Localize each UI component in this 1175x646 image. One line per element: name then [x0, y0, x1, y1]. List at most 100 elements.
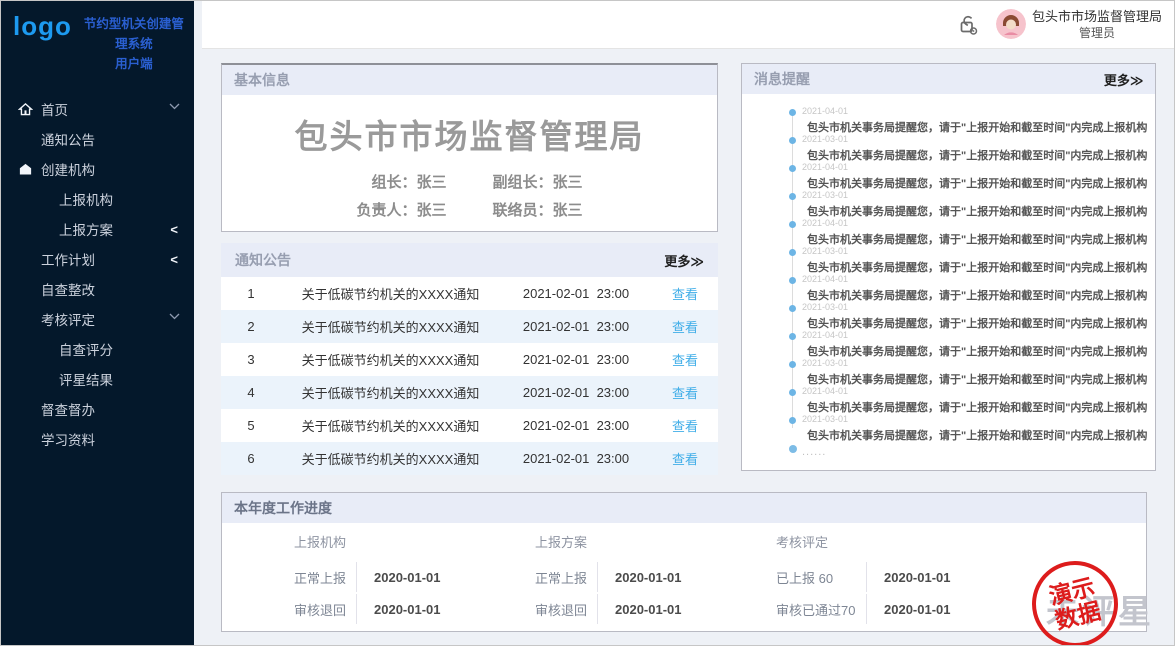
sidebar-logo-area: logo 节约型机关创建管理系统 用户端: [1, 1, 194, 86]
notice-view-link[interactable]: 查看: [652, 317, 718, 336]
progress-col-report-org: 上报机构 正常上报 2020-01-01 审核退回 2020-01-01: [294, 532, 535, 626]
notice-view-link[interactable]: 查看: [652, 284, 718, 303]
user-org-name: 包头市市场监督管理局: [1032, 8, 1162, 26]
sidebar-item-supervision[interactable]: 督查督办: [1, 394, 194, 424]
message-timeline-item: 2021-04-01 包头市机关事务局提醒您，请于"上报开始和截至时间"内完成上…: [789, 330, 1147, 358]
messages-header: 消息提醒 更多≫: [742, 64, 1155, 94]
notice-datetime: 2021-02-01 23:00: [500, 352, 652, 367]
sidebar-item-self-inspection[interactable]: 自查整改: [1, 274, 194, 304]
message-date: 2021-04-01: [802, 106, 1147, 116]
message-date: 2021-03-01: [802, 414, 1147, 424]
message-date: 2021-04-01: [802, 330, 1147, 340]
messages-title: 消息提醒: [754, 69, 810, 89]
user-menu[interactable]: 包头市市场监督管理局 管理员: [996, 8, 1164, 42]
message-text: 包头市机关事务局提醒您，请于"上报开始和截至时间"内完成上报机构: [807, 287, 1147, 303]
basic-info-title: 基本信息: [234, 70, 290, 90]
app-title: 节约型机关创建管理系统 用户端: [80, 14, 188, 74]
message-date: 2021-04-01: [802, 218, 1147, 228]
field-liaison: 联络员：张三: [493, 199, 583, 220]
progress-body: 上报机构 正常上报 2020-01-01 审核退回 2020-01-01 上报方…: [222, 523, 1146, 626]
progress-col-heading: 上报机构: [294, 532, 535, 551]
notice-datetime: 2021-02-01 23:00: [500, 319, 652, 334]
message-timeline-item: 2021-04-01 包头市机关事务局提醒您，请于"上报开始和截至时间"内完成上…: [789, 162, 1147, 190]
message-timeline-item: 2021-03-01 包头市机关事务局提醒您，请于"上报开始和截至时间"内完成上…: [789, 190, 1147, 218]
basic-info-panel: 基本信息 包头市市场监督管理局 组长：张三 副组长：张三 负责人：张三 联络员：…: [221, 63, 718, 232]
notice-view-link[interactable]: 查看: [652, 350, 718, 369]
message-date: 2021-04-01: [802, 386, 1147, 396]
notice-table-row[interactable]: 1 关于低碳节约机关的XXXX通知 2021-02-01 23:00 查看: [221, 277, 718, 310]
message-text: 包头市机关事务局提醒您，请于"上报开始和截至时间"内完成上报机构: [807, 203, 1147, 219]
notice-index: 1: [221, 286, 281, 301]
sidebar-item-home[interactable]: 首页: [1, 94, 194, 124]
chevron-down-icon: [169, 98, 180, 113]
progress-row: 审核退回 2020-01-01: [294, 594, 535, 624]
progress-row: 正常上报 2020-01-01: [535, 562, 776, 592]
messages-body: 2021-04-01 包头市机关事务局提醒您，请于"上报开始和截至时间"内完成上…: [742, 94, 1155, 470]
message-timeline-item: 2021-03-01 包头市机关事务局提醒您，请于"上报开始和截至时间"内完成上…: [789, 134, 1147, 162]
notices-title: 通知公告: [235, 250, 291, 270]
topbar: 包头市市场监督管理局 管理员: [202, 1, 1174, 49]
avatar[interactable]: [996, 9, 1026, 39]
notice-table-row[interactable]: 6 关于低碳节约机关的XXXX通知 2021-02-01 23:00 查看: [221, 442, 718, 475]
message-date: 2021-03-01: [802, 190, 1147, 200]
notice-view-link[interactable]: 查看: [652, 383, 718, 402]
timeline-ellipsis: ......: [789, 442, 1147, 462]
sidebar-item-study-materials[interactable]: 学习资料: [1, 424, 194, 454]
sidebar-item-work-plan[interactable]: 工作计划: [1, 244, 194, 274]
logo: logo: [13, 11, 72, 42]
sidebar: logo 节约型机关创建管理系统 用户端 首页 通知公告: [1, 1, 194, 645]
notice-index: 6: [221, 451, 281, 466]
notice-title: 关于低碳节约机关的XXXX通知: [281, 449, 500, 468]
notices-more-link[interactable]: 更多≫: [664, 251, 704, 270]
sidebar-item-create-org[interactable]: 创建机构: [1, 154, 194, 184]
user-info: 包头市市场监督管理局 管理员: [1032, 8, 1164, 42]
org-title: 包头市市场监督管理局: [222, 110, 717, 158]
lock-settings-icon[interactable]: [956, 14, 980, 36]
sidebar-item-report-org[interactable]: 上报机构: [1, 184, 194, 214]
message-text: 包头市机关事务局提醒您，请于"上报开始和截至时间"内完成上报机构: [807, 175, 1147, 191]
basic-info-header: 基本信息: [222, 65, 717, 95]
sidebar-item-assessment[interactable]: 考核评定: [1, 304, 194, 334]
notice-table-row[interactable]: 5 关于低碳节约机关的XXXX通知 2021-02-01 23:00 查看: [221, 409, 718, 442]
sidebar-nav: 首页 通知公告 创建机构 上报机构 上报方案: [1, 94, 194, 454]
progress-panel: 本年度工作进度 上报机构 正常上报 2020-01-01 审核退回 2020-0…: [221, 492, 1147, 632]
notice-index: 5: [221, 418, 281, 433]
notice-datetime: 2021-02-01 23:00: [500, 385, 652, 400]
notice-table-row[interactable]: 3 关于低碳节约机关的XXXX通知 2021-02-01 23:00 查看: [221, 343, 718, 376]
field-deputy-leader: 副组长：张三: [493, 171, 583, 192]
notice-title: 关于低碳节约机关的XXXX通知: [281, 317, 500, 336]
sidebar-item-star-result[interactable]: 评星结果: [1, 364, 194, 394]
notice-table-row[interactable]: 2 关于低碳节约机关的XXXX通知 2021-02-01 23:00 查看: [221, 310, 718, 343]
progress-header: 本年度工作进度: [222, 493, 1146, 523]
main-area: 包头市市场监督管理局 管理员 基本信息 包头市市场监督管理局: [194, 1, 1174, 645]
message-text: 包头市机关事务局提醒您，请于"上报开始和截至时间"内完成上报机构: [807, 371, 1147, 387]
message-timeline: 2021-04-01 包头市机关事务局提醒您，请于"上报开始和截至时间"内完成上…: [789, 106, 1147, 442]
message-text: 包头市机关事务局提醒您，请于"上报开始和截至时间"内完成上报机构: [807, 259, 1147, 275]
notice-title: 关于低碳节约机关的XXXX通知: [281, 350, 500, 369]
notice-view-link[interactable]: 查看: [652, 449, 718, 468]
message-text: 包头市机关事务局提醒您，请于"上报开始和截至时间"内完成上报机构: [807, 399, 1147, 415]
progress-row: 审核已通过70 2020-01-01: [776, 594, 1017, 624]
messages-more-link[interactable]: 更多≫: [1104, 70, 1144, 89]
app-window: logo 节约型机关创建管理系统 用户端 首页 通知公告: [0, 0, 1175, 646]
chevron-left-icon: [170, 252, 178, 267]
sidebar-item-report-plan[interactable]: 上报方案: [1, 214, 194, 244]
notice-index: 3: [221, 352, 281, 367]
message-text: 包头市机关事务局提醒您，请于"上报开始和截至时间"内完成上报机构: [807, 231, 1147, 247]
progress-row: 审核退回 2020-01-01: [535, 594, 776, 624]
message-text: 包头市机关事务局提醒您，请于"上报开始和截至时间"内完成上报机构: [807, 343, 1147, 359]
notice-table-row[interactable]: 4 关于低碳节约机关的XXXX通知 2021-02-01 23:00 查看: [221, 376, 718, 409]
progress-col-report-plan: 上报方案 正常上报 2020-01-01 审核退回 2020-01-01: [535, 532, 776, 626]
message-date: 2021-03-01: [802, 246, 1147, 256]
chevron-left-icon: [170, 222, 178, 237]
message-timeline-item: 2021-03-01 包头市机关事务局提醒您，请于"上报开始和截至时间"内完成上…: [789, 246, 1147, 274]
sidebar-item-notices[interactable]: 通知公告: [1, 124, 194, 154]
progress-row: 已上报 60 2020-01-01: [776, 562, 1017, 592]
notice-title: 关于低碳节约机关的XXXX通知: [281, 284, 500, 303]
notice-view-link[interactable]: 查看: [652, 416, 718, 435]
message-timeline-item: 2021-04-01 包头市机关事务局提醒您，请于"上报开始和截至时间"内完成上…: [789, 106, 1147, 134]
sidebar-item-self-score[interactable]: 自查评分: [1, 334, 194, 364]
notices-header: 通知公告 更多≫: [221, 243, 718, 277]
building-icon: [18, 161, 34, 177]
message-timeline-item: 2021-04-01 包头市机关事务局提醒您，请于"上报开始和截至时间"内完成上…: [789, 386, 1147, 414]
